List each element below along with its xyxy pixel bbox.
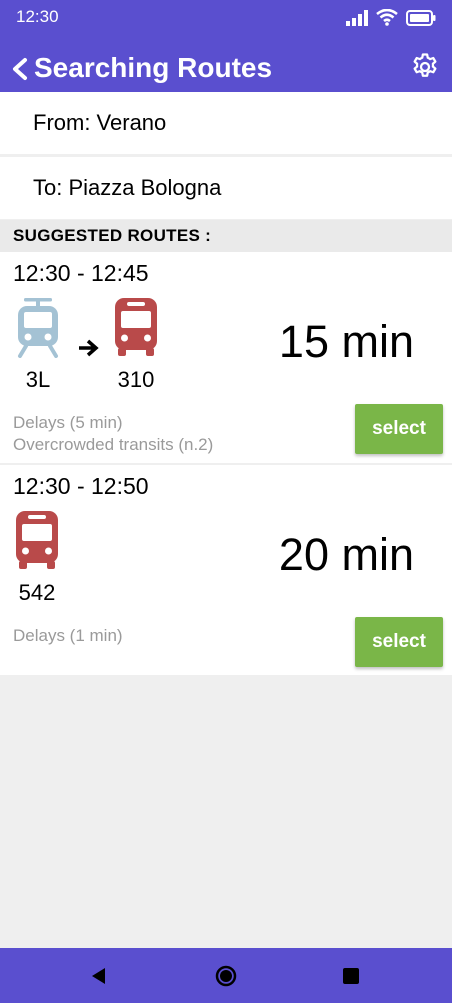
route-duration: 15 min	[278, 316, 414, 367]
line-number: 3L	[25, 367, 51, 392]
delay-note: Delays (1 min)	[13, 626, 123, 645]
gear-icon[interactable]	[410, 52, 440, 82]
app-header: 12:30 Searching Routes	[0, 0, 452, 92]
route-time-range: 12:30 - 12:45	[13, 260, 149, 286]
route-leg: 542	[14, 509, 60, 606]
route-card: 12:30 - 12:50 542 20 min Delays (1 min) …	[0, 465, 452, 675]
line-number: 310	[117, 367, 155, 392]
route-notes: Delays (1 min)	[13, 625, 123, 647]
to-field[interactable]: To: Piazza Bologna	[0, 157, 452, 219]
delay-note: Delays (5 min)	[13, 413, 123, 432]
route-notes: Delays (5 min) Overcrowded transits (n.2…	[13, 412, 213, 456]
bus-icon	[115, 298, 157, 356]
status-icons	[346, 9, 436, 26]
recents-square-icon[interactable]	[340, 965, 362, 987]
signal-icon	[346, 9, 368, 26]
back-triangle-icon[interactable]	[88, 965, 110, 987]
route-time-range: 12:30 - 12:50	[13, 473, 149, 499]
crowding-note: Overcrowded transits (n.2)	[13, 435, 214, 454]
select-route-button[interactable]: select	[355, 404, 443, 454]
system-nav-bar	[0, 948, 452, 1003]
page-title: Searching Routes	[34, 52, 273, 83]
route-leg: 310	[113, 296, 159, 393]
home-circle-icon[interactable]	[215, 965, 237, 987]
line-number: 542	[18, 580, 56, 605]
tram-icon	[18, 298, 58, 358]
from-field[interactable]: From: Verano	[0, 92, 452, 154]
chevron-left-icon[interactable]	[10, 53, 30, 85]
select-route-button[interactable]: select	[355, 617, 443, 667]
battery-icon	[406, 9, 436, 26]
wifi-icon	[376, 9, 398, 26]
suggested-routes-heading: SUGGESTED ROUTES :	[0, 220, 452, 252]
route-leg: 3L	[15, 296, 61, 393]
arrow-right-icon	[79, 339, 99, 357]
bus-icon	[16, 511, 58, 569]
status-time: 12:30	[16, 7, 59, 26]
route-card: 12:30 - 12:45 3L 310 15 min Delays (5 mi…	[0, 252, 452, 463]
route-duration: 20 min	[278, 529, 414, 580]
